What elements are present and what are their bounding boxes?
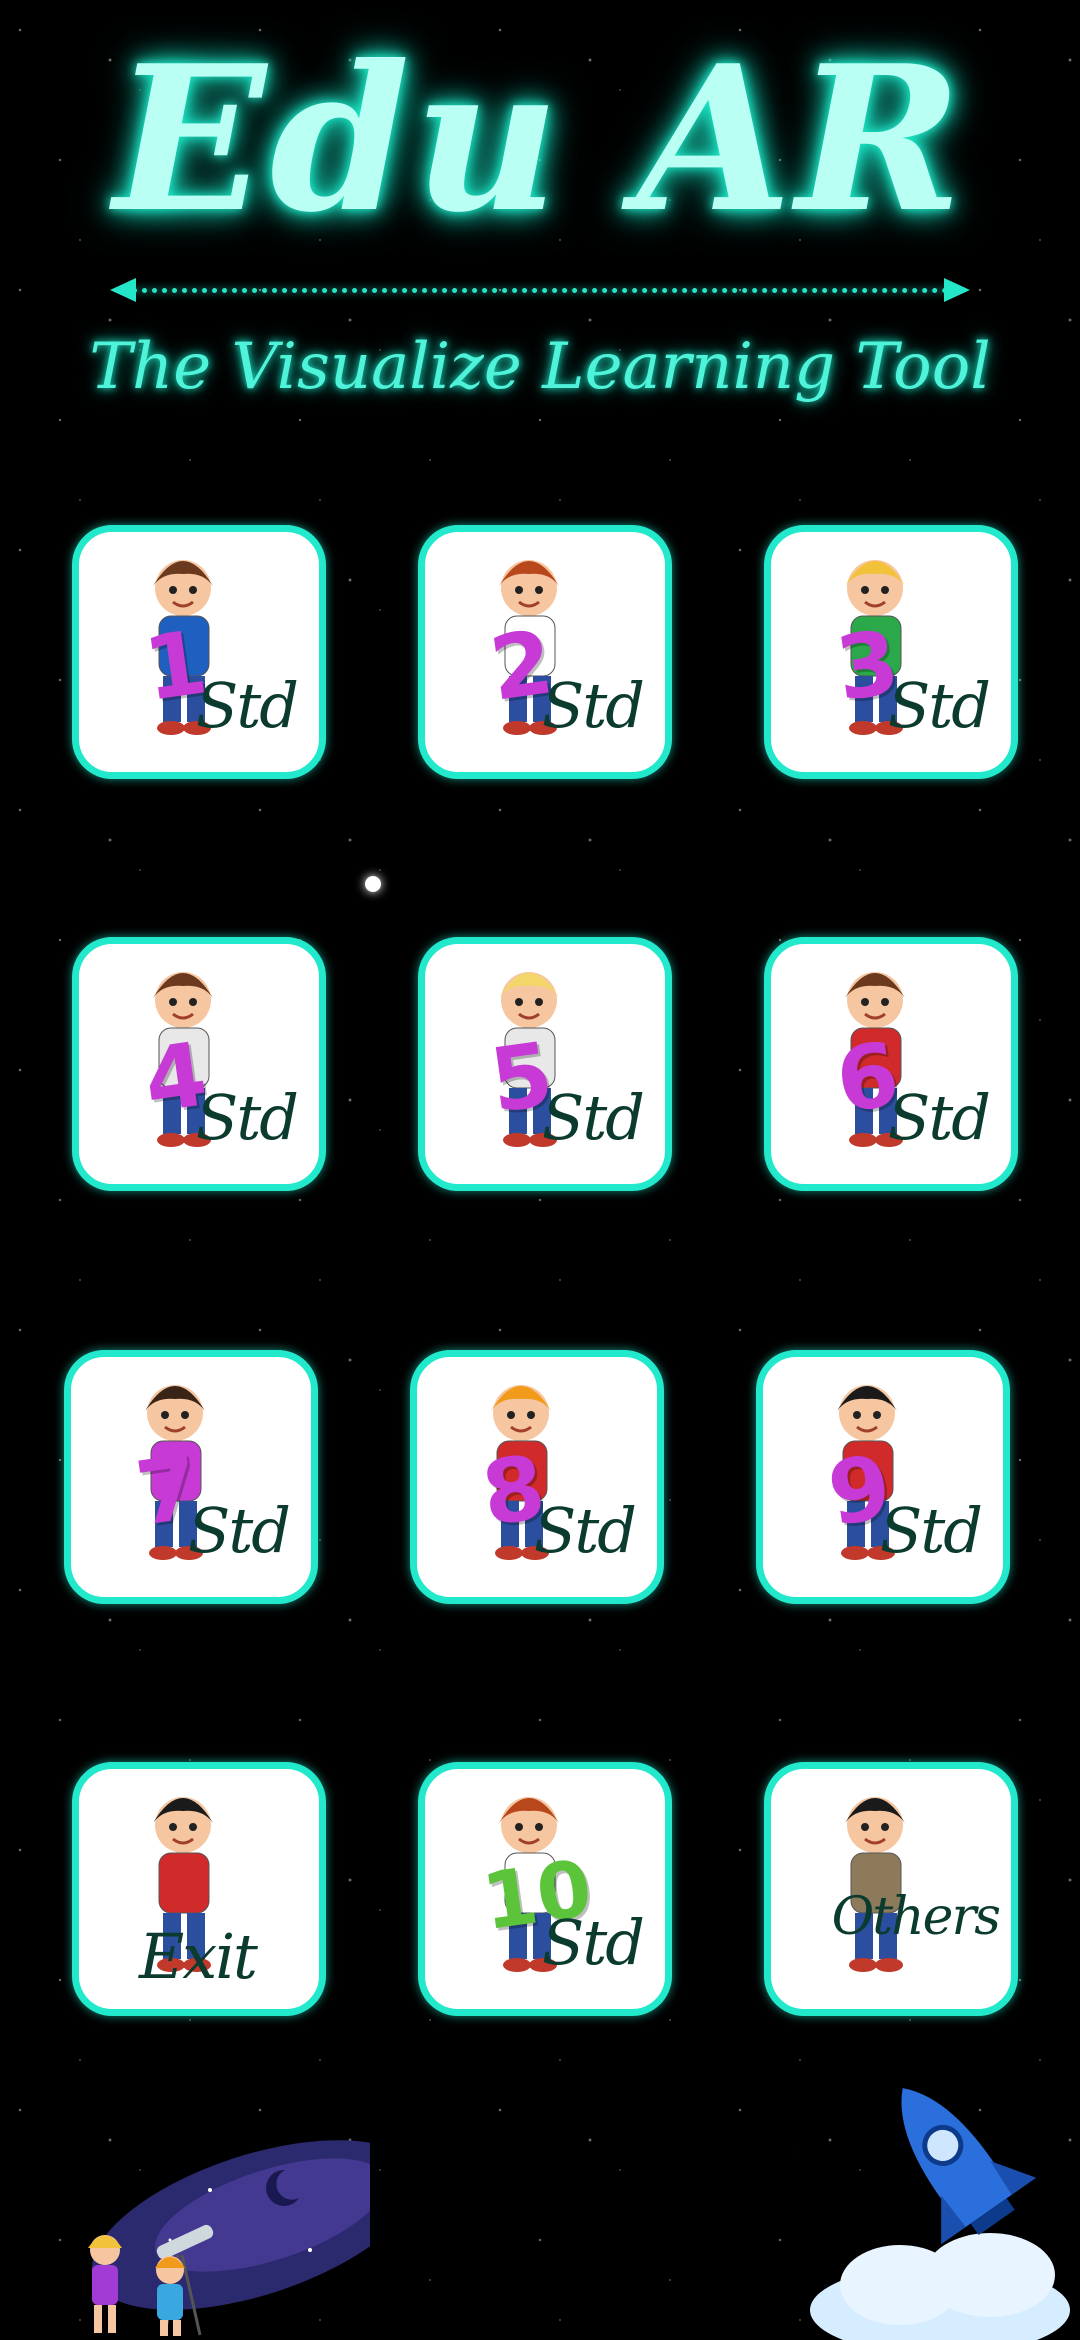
standard-3-button[interactable]: 3 Std [764, 525, 1018, 779]
app-subtitle: The Visualize Learning Tool [89, 330, 991, 404]
others-button[interactable]: Others [764, 1762, 1018, 2016]
standard-6-button[interactable]: 6 Std [764, 937, 1018, 1191]
tile-label: Std [533, 1494, 637, 1567]
tile-label: Std [195, 1081, 299, 1154]
standard-4-button[interactable]: 4 Std [72, 937, 326, 1191]
standard-7-button[interactable]: 7 Std [64, 1350, 318, 1604]
tile-label: Others [831, 1887, 1001, 1947]
tile-label: Std [187, 1494, 291, 1567]
tile-label: Std [887, 669, 991, 742]
standard-9-button[interactable]: 9 Std [756, 1350, 1010, 1604]
tile-label: Exit [139, 1920, 258, 1993]
standard-2-button[interactable]: 2 Std [418, 525, 672, 779]
tile-label: Std [195, 669, 299, 742]
exit-button[interactable]: Exit [72, 1762, 326, 2016]
tile-label: Std [541, 1906, 645, 1979]
kids-telescope-icon [88, 2140, 370, 2336]
divider-right-arrow-icon [944, 278, 970, 302]
tile-label: Std [541, 1081, 645, 1154]
tile-label: Std [541, 669, 645, 742]
tile-label: Std [887, 1081, 991, 1154]
standard-10-button[interactable]: 10 Std [418, 1762, 672, 2016]
rocket-icon [791, 2070, 1070, 2340]
standard-8-button[interactable]: 8 Std [410, 1350, 664, 1604]
bright-star [365, 876, 381, 892]
standard-5-button[interactable]: 5 Std [418, 937, 672, 1191]
app-title: Edu AR [113, 22, 967, 257]
tile-label: Std [879, 1494, 983, 1567]
standard-1-button[interactable]: 1 Std [72, 525, 326, 779]
title-divider [110, 278, 970, 302]
